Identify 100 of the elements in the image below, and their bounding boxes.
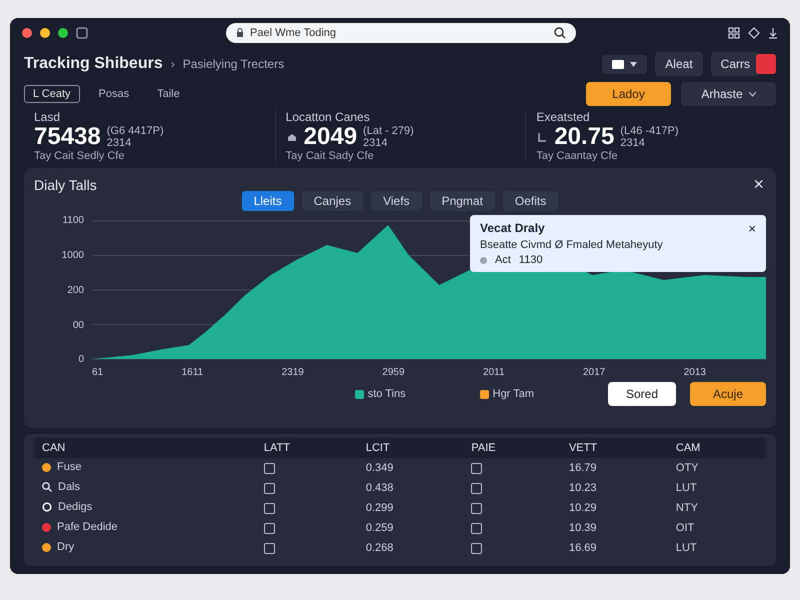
column-header: CAN (34, 438, 256, 458)
checkbox[interactable] (264, 542, 275, 554)
square-icon (612, 60, 624, 68)
checkbox[interactable] (264, 482, 275, 494)
table-cell: LUT (676, 482, 697, 494)
table-cell: Dry (57, 541, 74, 554)
chart-tab[interactable]: Oefits (502, 191, 558, 212)
table-cell: OTY (676, 462, 699, 474)
axis-label: 1000 (60, 250, 84, 262)
address-bar[interactable]: Pael Wme Toding (226, 23, 576, 43)
table-cell: NTY (676, 502, 698, 514)
primary-button[interactable]: Ladoy (586, 82, 671, 106)
legend-label: Hgr Tam (492, 388, 534, 400)
stat-subvalue: 2314 (620, 137, 646, 150)
close-button[interactable]: × (751, 174, 766, 196)
checkbox[interactable] (264, 462, 275, 474)
table-cell: 10.23 (568, 482, 596, 494)
axis-label: 2013 (684, 367, 706, 378)
table-cell: 0.349 (366, 462, 394, 474)
tooltip-label: Act (495, 254, 511, 266)
stat-delta: (Lat - 279) (363, 125, 415, 138)
download-icon[interactable] (768, 27, 778, 39)
stat-label: Exeatsted (536, 110, 591, 124)
filter-tab[interactable]: Taile (148, 85, 189, 103)
filter-tab[interactable]: L Ceaty (24, 85, 80, 103)
breadcrumb-separator: › (170, 57, 175, 71)
stat-caption: Tay Cait Sady Cfe (286, 150, 375, 162)
axis-label: 61 (92, 367, 104, 378)
dropdown-button[interactable] (602, 54, 648, 74)
column-header: LATT (256, 438, 358, 458)
stat-value: 2049 (304, 124, 358, 150)
chart-tab[interactable]: Lleits (242, 191, 294, 212)
column-header: LCIT (358, 438, 464, 458)
axis-label: 1100 (61, 215, 84, 226)
checkbox[interactable] (264, 522, 275, 534)
table-cell: 16.79 (568, 462, 596, 474)
column-header: VETT (560, 438, 668, 458)
table-cell: 10.39 (568, 522, 596, 534)
stat-value: 75438 (34, 124, 101, 150)
legend-label: sto Tins (368, 388, 406, 400)
chart-tab[interactable]: Canjes (302, 191, 364, 212)
stat-delta: (G6 4417P) (106, 125, 164, 138)
table-cell: Dedigs (58, 501, 92, 513)
checkbox[interactable] (471, 502, 482, 514)
close-button[interactable]: × (748, 221, 756, 236)
page-title: Tracking Shibeurs (24, 55, 163, 73)
checkbox[interactable] (471, 482, 482, 494)
chart-tab[interactable]: Pngmat (430, 191, 495, 212)
checkbox[interactable] (471, 522, 482, 534)
stat-subvalue: 2314 (106, 137, 132, 150)
stat-caption: Tay Cait Sedly Cfe (34, 150, 126, 162)
table-cell: Dals (58, 481, 80, 493)
search-icon (42, 482, 52, 492)
grid-icon[interactable] (728, 27, 740, 39)
chart-tab[interactable]: Viefs (371, 191, 422, 212)
panel-title: Dialy Talls (34, 176, 97, 193)
lock-icon (236, 28, 244, 38)
axis-label: 2011 (483, 367, 505, 378)
axis-label: 2017 (583, 367, 606, 378)
header-button[interactable]: Carrs (710, 52, 760, 76)
stat-subvalue: 2314 (363, 137, 389, 150)
table-cell: Pafe Dedide (57, 521, 118, 534)
caret-icon (630, 62, 638, 66)
breadcrumb: Pasielying Trecters (182, 57, 284, 71)
stat-label: Locatton Canes (286, 110, 371, 124)
stat-value: 20.75 (554, 124, 614, 150)
axis-label: 200 (66, 284, 84, 296)
filter-tab[interactable]: Posas (90, 85, 138, 103)
axis-label: 00 (72, 320, 84, 331)
stat-label: Lasd (34, 110, 62, 124)
checkbox[interactable] (471, 542, 482, 554)
dot-icon (480, 256, 487, 264)
table-cell: Fuse (57, 461, 82, 474)
house-icon (286, 132, 298, 142)
stat-delta: (L46 -417P) (620, 125, 680, 138)
column-header: PAIE (463, 438, 561, 458)
checkbox[interactable] (264, 502, 275, 514)
table-cell: LUT (676, 542, 697, 554)
tooltip-title: Vecat Draly (480, 221, 545, 236)
table-cell: 10.29 (568, 502, 596, 514)
column-header: CAM (668, 438, 766, 458)
tab-icon[interactable] (76, 27, 88, 39)
tooltip-text: Bseatte Civmd Ø Fmaled Metaheyuty (480, 239, 664, 252)
table-cell: OIT (676, 522, 694, 534)
table-cell: 0.438 (366, 482, 394, 494)
tooltip-value: 1130 (518, 254, 543, 266)
apply-button[interactable]: Acuje (690, 382, 766, 406)
axis-label: 2319 (282, 367, 304, 378)
menu-button[interactable]: Arhaste (681, 82, 776, 106)
table-cell: 16.69 (568, 542, 596, 554)
ring-icon (42, 502, 52, 512)
table-cell: 0.259 (366, 522, 394, 534)
stat-caption: Tay Caantay Cfe (536, 150, 619, 162)
axis-label: 1611 (182, 367, 204, 378)
secondary-button[interactable]: Sored (608, 382, 676, 406)
table-cell: 0.268 (366, 542, 394, 554)
checkbox[interactable] (471, 462, 482, 474)
axis-label: 2959 (382, 367, 405, 378)
header-button[interactable]: Aleat (655, 52, 703, 76)
caret-icon (748, 92, 756, 96)
